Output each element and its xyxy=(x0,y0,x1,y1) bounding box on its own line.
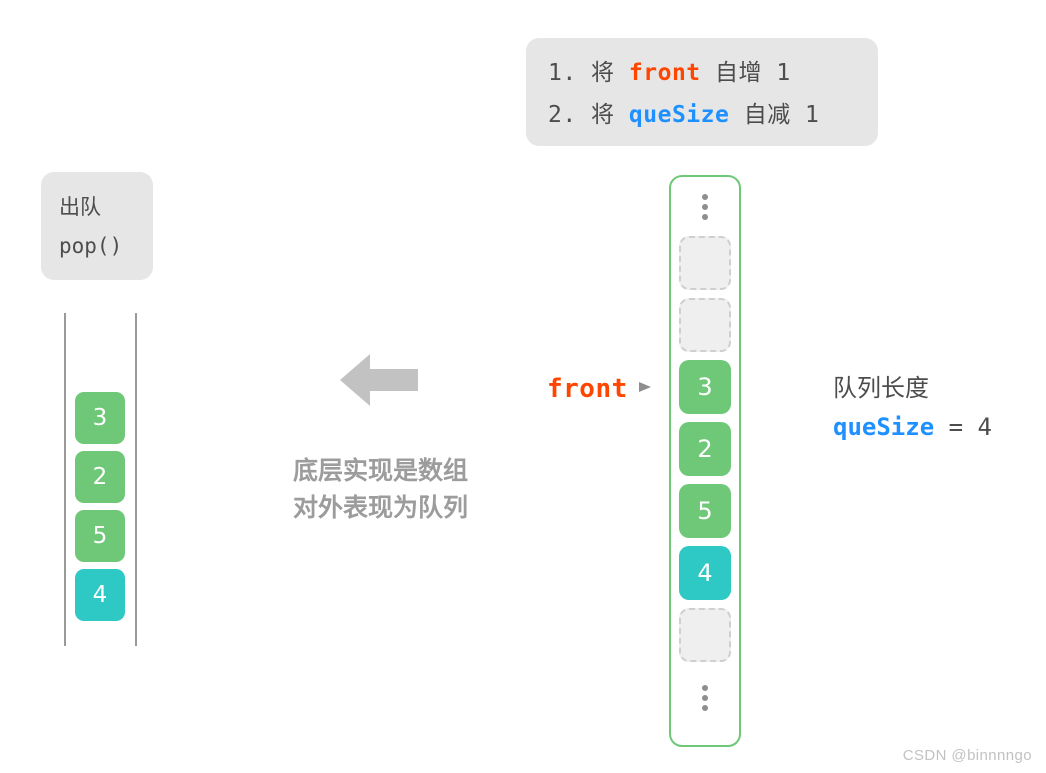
vertical-ellipsis-icon xyxy=(702,194,709,220)
queue-size-expression: queSize = 4 xyxy=(833,407,992,447)
front-pointer-label: front xyxy=(547,374,628,404)
queue-cell-list: 3 2 5 4 xyxy=(75,392,125,628)
flow-caption-line-2: 对外表现为队列 xyxy=(292,493,468,522)
queue-size-label: 队列长度 xyxy=(833,374,929,402)
step-1-text-before: 将 xyxy=(591,60,629,86)
queue-cell: 4 xyxy=(75,569,125,621)
steps-callout-box: 1. 将 front 自增 1 2. 将 queSize 自减 1 xyxy=(526,38,878,146)
pop-title: 出队 xyxy=(59,195,101,219)
queue-size-var: queSize xyxy=(833,413,935,441)
queue-cell: 2 xyxy=(75,451,125,503)
step-2-value: 1 xyxy=(805,102,820,128)
array-cell-empty xyxy=(679,608,731,662)
queue-cell: 3 xyxy=(75,392,125,444)
step-2-text-after: 自减 xyxy=(729,102,806,128)
step-line-1: 1. 将 front 自增 1 xyxy=(548,52,878,94)
array-cell: 3 xyxy=(679,360,731,414)
triangle-right-icon xyxy=(637,379,653,400)
step-1-index: 1. xyxy=(548,60,592,86)
queue-size-equals: = xyxy=(934,413,978,441)
queue-size-value: 4 xyxy=(977,413,992,441)
queue-rail-left xyxy=(64,313,66,646)
step-1-value: 1 xyxy=(776,60,791,86)
arrow-left-icon xyxy=(340,352,418,408)
queue-rail-right xyxy=(135,313,137,646)
array-cell-empty xyxy=(679,236,731,290)
step-line-2: 2. 将 queSize 自减 1 xyxy=(548,94,878,136)
pop-method: pop() xyxy=(59,234,123,258)
queue-cell: 5 xyxy=(75,510,125,562)
pop-operation-box: 出队 pop() xyxy=(41,172,153,280)
step-2-text-before: 将 xyxy=(591,102,629,128)
step-1-text-after: 自增 xyxy=(700,60,777,86)
step-1-code-front: front xyxy=(628,60,701,86)
array-container: 3 2 5 4 xyxy=(669,175,741,747)
queue-size-annotation: 队列长度 queSize = 4 xyxy=(833,370,992,447)
vertical-ellipsis-icon xyxy=(702,685,709,711)
step-2-code-quesize: queSize xyxy=(628,102,730,128)
flow-caption-line-1: 底层实现是数组 xyxy=(292,456,468,485)
array-cell-empty xyxy=(679,298,731,352)
array-cell: 4 xyxy=(679,546,731,600)
front-pointer: front xyxy=(547,374,653,404)
watermark: CSDN @binnnngo xyxy=(902,747,1032,764)
array-cell: 2 xyxy=(679,422,731,476)
flow-caption: 底层实现是数组 对外表现为队列 xyxy=(268,452,493,526)
array-cell: 5 xyxy=(679,484,731,538)
step-2-index: 2. xyxy=(548,102,592,128)
